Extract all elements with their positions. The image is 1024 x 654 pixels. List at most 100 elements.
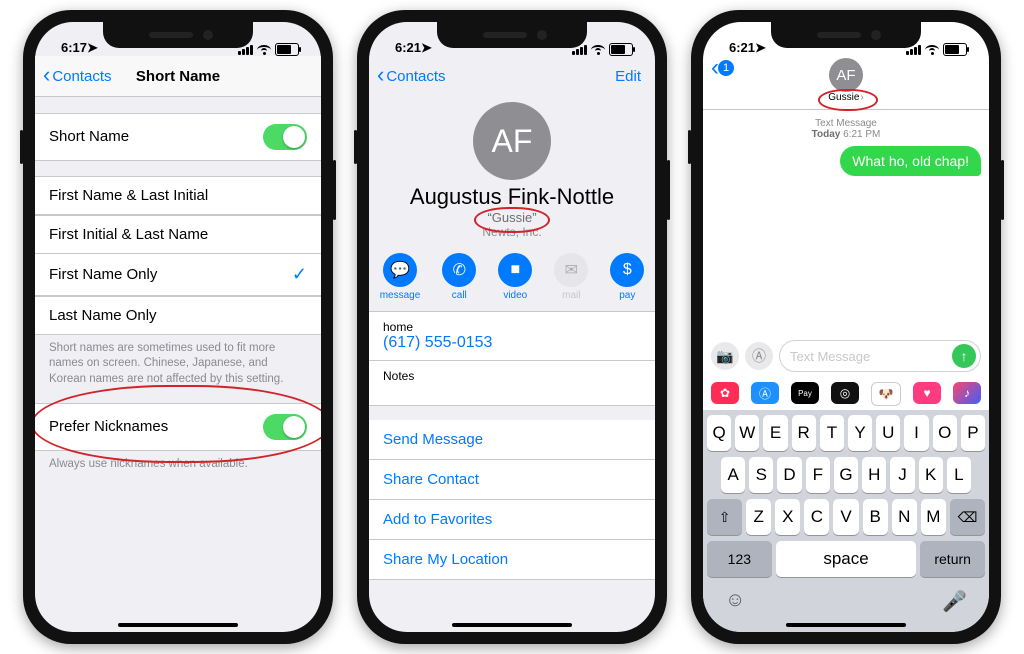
- contact-avatar[interactable]: AF: [473, 102, 551, 180]
- short-name-options: First Name & Last Initial First Initial …: [35, 177, 321, 388]
- key-l[interactable]: L: [947, 457, 971, 493]
- option-first-initial-last[interactable]: First Initial & Last Name: [35, 215, 321, 254]
- key-c[interactable]: C: [804, 499, 829, 535]
- sent-message-bubble[interactable]: What ho, old chap!: [840, 146, 981, 176]
- home-indicator[interactable]: [118, 623, 238, 627]
- app-store[interactable]: Ⓐ: [751, 382, 779, 404]
- key-k[interactable]: K: [919, 457, 943, 493]
- battery-icon: [609, 43, 633, 56]
- option-first-last-initial[interactable]: First Name & Last Initial: [35, 176, 321, 215]
- link-share-location[interactable]: Share My Location: [369, 540, 655, 580]
- emoji-button[interactable]: ☺: [725, 589, 745, 614]
- contact-avatar[interactable]: AF: [829, 58, 863, 92]
- wifi-icon: [257, 45, 271, 55]
- prefer-nicknames-group: Prefer Nicknames Always use nicknames wh…: [35, 403, 321, 472]
- phone-number[interactable]: (617) 555-0153: [383, 334, 641, 352]
- key-d[interactable]: D: [777, 457, 801, 493]
- app-apple-pay[interactable]: Pay: [791, 382, 819, 404]
- key-n[interactable]: N: [892, 499, 917, 535]
- home-indicator[interactable]: [452, 623, 572, 627]
- key-r[interactable]: R: [792, 415, 816, 451]
- toggle-switch[interactable]: [263, 414, 307, 440]
- key-u[interactable]: U: [876, 415, 900, 451]
- key-123[interactable]: 123: [707, 541, 772, 577]
- dictation-button[interactable]: 🎤: [942, 589, 967, 614]
- notes-field[interactable]: Notes: [369, 361, 655, 406]
- key-h[interactable]: H: [862, 457, 886, 493]
- options-footer: Short names are sometimes used to fit mo…: [35, 335, 321, 388]
- video-icon: ■: [498, 253, 532, 287]
- link-send-message[interactable]: Send Message: [369, 420, 655, 460]
- conversation-body[interactable]: Text Message Today 6:21 PM What ho, old …: [703, 110, 989, 334]
- camera-icon: 📷: [716, 348, 733, 365]
- app-drawer-button[interactable]: Ⓐ: [745, 342, 773, 370]
- nav-bar: ‹Contacts Edit: [369, 56, 655, 96]
- key-shift[interactable]: ⇧: [707, 499, 742, 535]
- send-button[interactable]: ↑: [952, 344, 976, 368]
- cell-label: First Name & Last Initial: [49, 187, 208, 204]
- key-b[interactable]: B: [863, 499, 888, 535]
- app-activity[interactable]: ◎: [831, 382, 859, 404]
- placeholder-text: Text Message: [790, 349, 870, 364]
- link-share-contact[interactable]: Share Contact: [369, 460, 655, 500]
- toggle-switch[interactable]: [263, 124, 307, 150]
- key-a[interactable]: A: [721, 457, 745, 493]
- unread-badge: 1: [718, 60, 734, 76]
- short-name-toggle-cell[interactable]: Short Name: [35, 113, 321, 161]
- key-v[interactable]: V: [833, 499, 858, 535]
- link-add-favorites[interactable]: Add to Favorites: [369, 500, 655, 540]
- notch: [771, 22, 921, 48]
- key-row-2: A S D F G H J K L: [707, 457, 985, 493]
- message-text-field[interactable]: Text Message ↑: [779, 340, 981, 372]
- key-j[interactable]: J: [890, 457, 914, 493]
- key-f[interactable]: F: [806, 457, 830, 493]
- prefer-nicknames-cell[interactable]: Prefer Nicknames: [35, 403, 321, 451]
- key-w[interactable]: W: [735, 415, 759, 451]
- action-message[interactable]: 💬message: [380, 253, 421, 301]
- key-delete[interactable]: ⌫: [950, 499, 985, 535]
- key-o[interactable]: O: [933, 415, 957, 451]
- phone-home-field[interactable]: home (617) 555-0153: [369, 312, 655, 361]
- option-first-only[interactable]: First Name Only ✓: [35, 253, 321, 296]
- action-pay[interactable]: $pay: [610, 253, 644, 301]
- back-button[interactable]: ‹Contacts: [43, 68, 112, 85]
- location-icon: ➤: [87, 40, 98, 56]
- key-t[interactable]: T: [820, 415, 844, 451]
- app-animoji[interactable]: 🐶: [871, 382, 901, 406]
- app-photos[interactable]: ✿: [711, 382, 739, 404]
- key-y[interactable]: Y: [848, 415, 872, 451]
- app-music[interactable]: ♪: [953, 382, 981, 404]
- phone-contact-card: 6:21 ➤ ‹Contacts Edit AF Augustus Fink-N…: [357, 10, 667, 644]
- key-x[interactable]: X: [775, 499, 800, 535]
- key-p[interactable]: P: [961, 415, 985, 451]
- notch: [437, 22, 587, 48]
- location-icon: ➤: [755, 40, 766, 56]
- key-q[interactable]: Q: [707, 415, 731, 451]
- back-button[interactable]: ‹ 1: [711, 60, 734, 76]
- contact-company: Newts, Inc.: [369, 225, 655, 239]
- edit-button[interactable]: Edit: [615, 68, 641, 85]
- key-m[interactable]: M: [921, 499, 946, 535]
- key-e[interactable]: E: [763, 415, 787, 451]
- wifi-icon: [925, 45, 939, 55]
- action-video[interactable]: ■video: [498, 253, 532, 301]
- key-return[interactable]: return: [920, 541, 985, 577]
- action-call[interactable]: ✆call: [442, 253, 476, 301]
- status-time: 6:17 ➤: [61, 40, 98, 56]
- option-last-only[interactable]: Last Name Only: [35, 296, 321, 335]
- keyboard: Q W E R T Y U I O P A S D F G H J K L: [703, 410, 989, 632]
- checkmark-icon: ✓: [292, 264, 307, 285]
- conversation-name[interactable]: Gussie›: [828, 92, 863, 103]
- key-i[interactable]: I: [904, 415, 928, 451]
- camera-button[interactable]: 📷: [711, 342, 739, 370]
- message-timestamp: Text Message Today 6:21 PM: [711, 118, 981, 140]
- back-button[interactable]: ‹Contacts: [377, 68, 446, 85]
- wifi-icon: [591, 45, 605, 55]
- key-g[interactable]: G: [834, 457, 858, 493]
- app-digital-touch[interactable]: ♥: [913, 382, 941, 404]
- key-z[interactable]: Z: [746, 499, 771, 535]
- home-indicator[interactable]: [786, 623, 906, 627]
- key-space[interactable]: space: [776, 541, 917, 577]
- delete-icon: ⌫: [958, 509, 978, 526]
- key-s[interactable]: S: [749, 457, 773, 493]
